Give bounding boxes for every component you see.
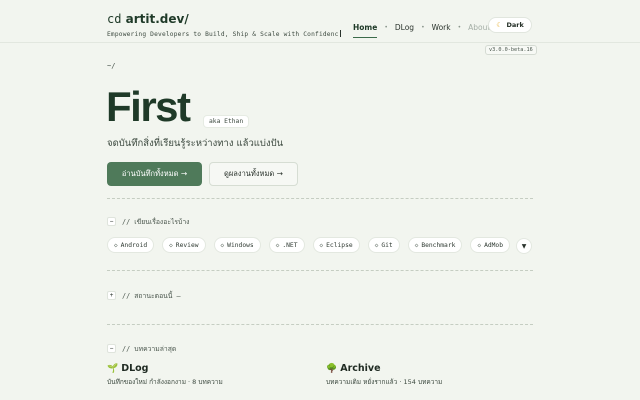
tagline: Empowering Developers to Build, Ship & S… [107,30,341,38]
nav-home[interactable]: Home [353,23,378,38]
text-cursor [339,30,341,37]
breadcrumb-path: ~/ [107,62,116,70]
tag-label: Review [175,241,199,249]
latest-section-label: // บทความล่าสุด [122,344,177,353]
logo-prefix: cd [107,12,122,26]
tag-admob[interactable]: ◇ AdMob [470,237,511,253]
nav-work[interactable]: Work [432,23,451,32]
tag-label: Windows [227,241,254,249]
section-divider [107,198,533,199]
tag-label: Android [120,241,148,249]
expand-toggle[interactable]: + [107,290,116,300]
theme-toggle-label: Dark [506,21,524,29]
tag-label: Eclipse [326,241,353,249]
hero-subtitle: จดบันทึกสิ่งที่เรียนรู้ระหว่างทาง แล้วแบ… [107,138,284,149]
status-section-header[interactable]: + // สถานะตอนนี้ — [107,290,181,300]
seedling-icon: 🌱 [107,363,119,374]
tag-benchmark[interactable]: ◇ Benchmark [407,237,463,253]
nav-dlog[interactable]: DLog [395,23,414,32]
tag-icon: ◇ [374,241,379,249]
tagline-text: Empowering Developers to Build, Ship & S… [107,31,339,38]
tag-label: Benchmark [421,241,456,249]
status-section-label: // สถานะตอนนี้ — [122,291,181,300]
tag-icon: ◇ [114,241,118,249]
tag-icon: ◇ [414,241,419,249]
theme-toggle-button[interactable]: ☾ Dark [488,17,532,33]
section-divider [107,324,533,325]
dlog-card-title[interactable]: 🌱 DLog [107,363,149,374]
collapse-toggle[interactable]: − [107,343,116,353]
tag-label: AdMob [484,241,504,249]
archive-title-text: Archive [340,363,381,374]
moon-icon: ☾ [496,21,503,29]
site-logo[interactable]: cd artit.dev/ [107,12,189,26]
tag-android[interactable]: ◇ Android [107,237,155,253]
tag-review[interactable]: ◇ Review [162,237,206,253]
read-all-notes-button[interactable]: อ่านบันทึกทั้งหมด → [107,162,202,186]
expand-tags-button[interactable]: ▼ [516,238,532,254]
topics-section-label: // เขียนเรื่องอะไรบ้าง [122,217,190,226]
dlog-title-text: DLog [121,363,149,374]
tag-icon: ◇ [169,241,173,249]
chevron-down-icon: ▼ [521,242,527,250]
tag-git[interactable]: ◇ Git [367,237,400,253]
aka-badge: aka Ethan [203,115,250,128]
tag-icon: ◇ [477,241,482,249]
nav-separator: • [384,23,388,31]
tag-icon: ◇ [220,241,225,249]
version-badge: v3.0.0-beta.16 [485,45,537,55]
topics-section-header[interactable]: − // เขียนเรื่องอะไรบ้าง [107,216,190,226]
tag-eclipse[interactable]: ◇ Eclipse [312,237,360,253]
nav-separator: • [457,23,462,31]
section-divider [107,270,533,271]
archive-card-title[interactable]: 🌳 Archive [326,363,381,374]
view-all-work-button[interactable]: ดูผลงานทั้งหมด → [209,162,298,186]
dlog-card-description: บันทึกของใหม่ กำลังงอกงาม · 8 บทความ [107,378,223,386]
tag-dotnet[interactable]: ◇ .NET [268,237,305,253]
hero-title: First [106,83,191,130]
topic-tags: ◇ Android ◇ Review ◇ Windows ◇ .NET ◇ Eclipse… [107,237,518,253]
main-nav: Home • DLog • Work • About [353,20,490,38]
tag-icon: ◇ [275,241,280,249]
tag-icon: ◇ [319,241,324,249]
nav-separator: • [421,23,425,31]
archive-card-description: บทความเดิม หยั่งรากแล้ว · 154 บทความ [326,378,443,386]
tag-windows[interactable]: ◇ Windows [213,237,261,253]
site-header: cd artit.dev/ Empowering Developers to B… [0,0,640,58]
logo-name: artit.dev/ [125,12,189,26]
tag-label: Git [381,241,393,249]
tag-label: .NET [282,241,298,249]
latest-section-header[interactable]: − // บทความล่าสุด [107,343,176,353]
tree-icon: 🌳 [326,363,338,374]
header-divider [0,42,640,43]
collapse-toggle[interactable]: − [107,216,116,226]
